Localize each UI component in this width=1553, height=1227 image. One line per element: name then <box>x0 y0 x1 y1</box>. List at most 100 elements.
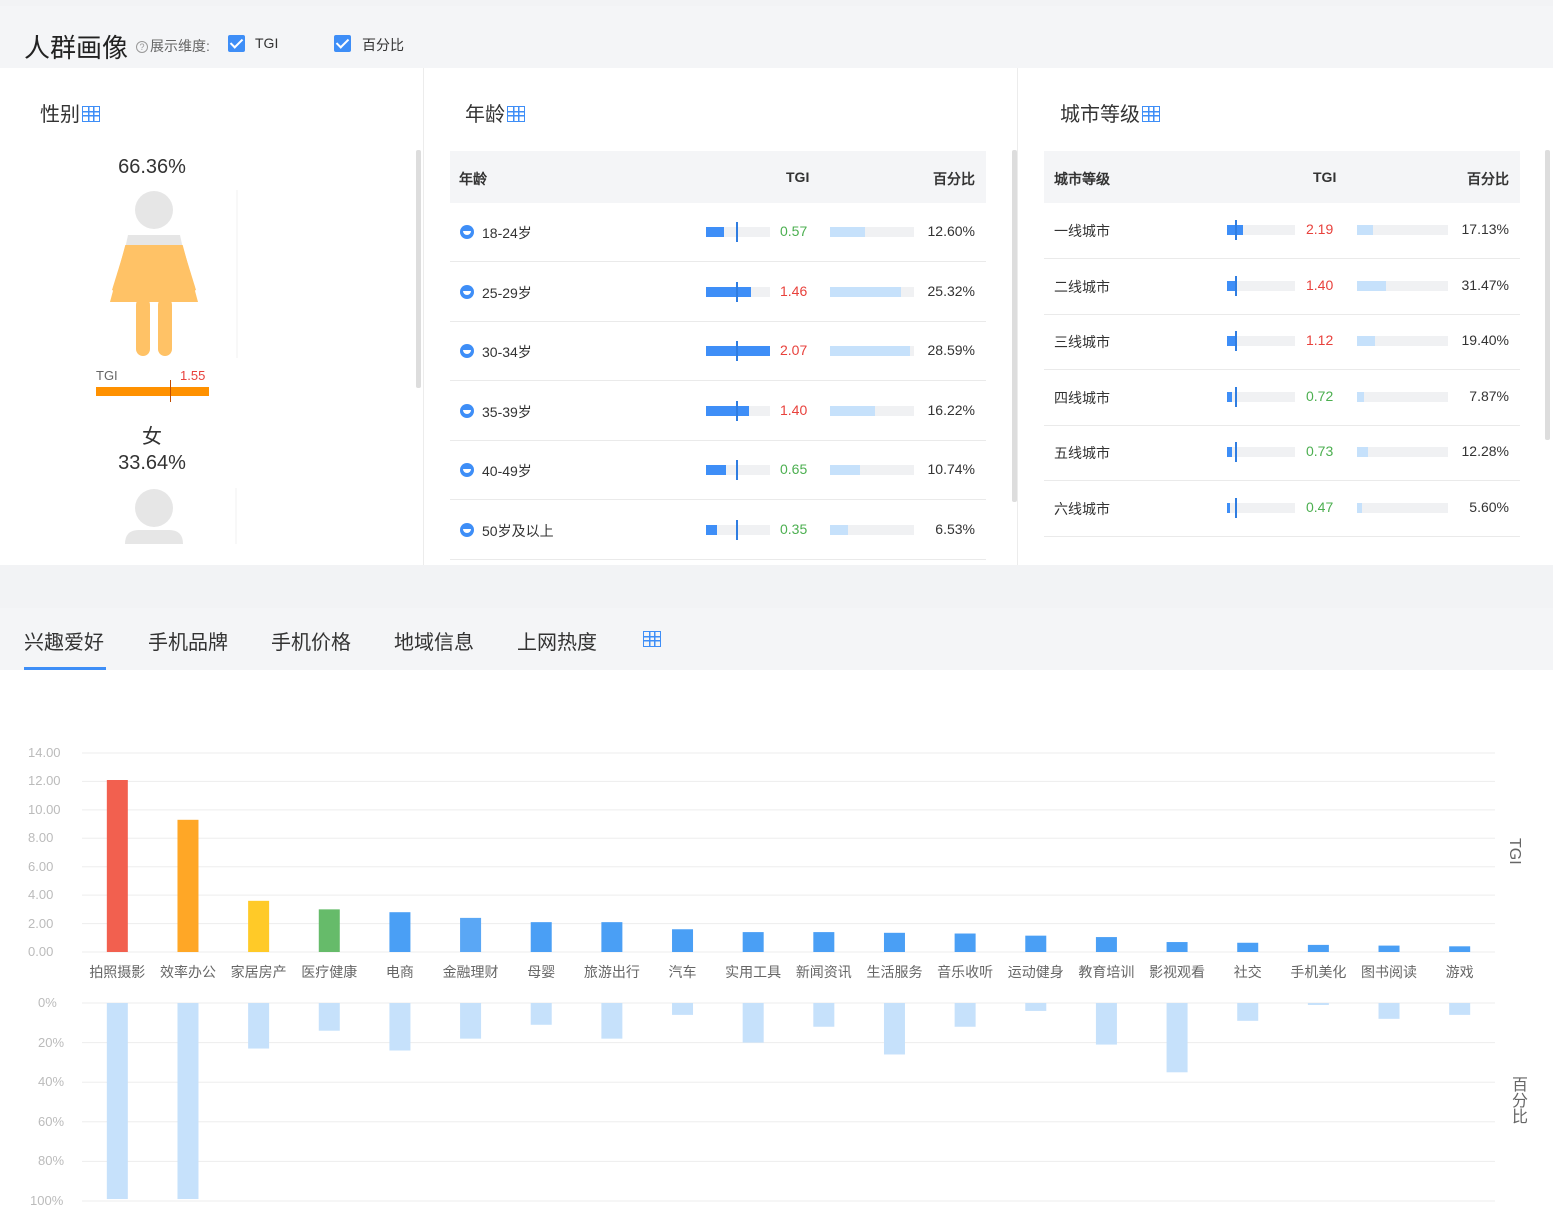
interest-chart: 14.00 12.00 10.00 8.00 6.00 4.00 2.00 0.00 0% 20%… <box>0 670 1553 1227</box>
city-tgi-baseline <box>1235 442 1237 463</box>
gender-title-text: 性别 <box>40 104 80 126</box>
tgi-bar <box>389 912 411 952</box>
percent-bar <box>177 1003 199 1200</box>
age-pct-value: 16.22% <box>927 401 975 418</box>
age-tgi-baseline <box>736 400 738 421</box>
age-pct-fill <box>830 286 901 297</box>
tab-interests[interactable]: 兴趣爱好 <box>24 626 104 655</box>
city-tgi-bar <box>1227 386 1295 407</box>
category-label: 家居房产 <box>230 964 287 980</box>
tgi-checkbox-label[interactable]: TGI <box>255 35 278 51</box>
percent-checkbox[interactable] <box>334 35 351 52</box>
city-label: 一线城市 <box>1054 223 1110 239</box>
age-face-icon <box>460 344 474 359</box>
city-row: 二线城市 1.40 31.47% <box>1044 259 1520 315</box>
tab-online-activity[interactable]: 上网热度 <box>517 626 597 655</box>
age-tgi-baseline <box>736 341 738 362</box>
city-pct-value: 7.87% <box>1469 387 1509 404</box>
tgi-bar <box>672 929 694 952</box>
tgi-bar <box>460 917 482 952</box>
city-tgi-fill <box>1227 336 1235 347</box>
category-label: 运动健身 <box>1007 964 1064 980</box>
city-tgi-baseline <box>1235 386 1237 407</box>
tgi-bar <box>1449 946 1471 952</box>
age-label: 35-39岁 <box>482 403 532 420</box>
male-figure-icon <box>125 488 237 544</box>
age-title-text: 年龄 <box>465 104 505 126</box>
tgi-tick-label: 2.00 <box>28 915 54 931</box>
city-tgi-bar <box>1227 275 1295 296</box>
city-col-tgi: TGI <box>1313 169 1337 185</box>
city-row: 四线城市 0.72 7.87% <box>1044 370 1520 426</box>
city-tgi-fill <box>1227 447 1232 458</box>
tgi-checkbox[interactable] <box>228 35 245 52</box>
gender-tgi-label: TGI <box>96 368 118 383</box>
city-label: 四线城市 <box>1054 389 1110 406</box>
tgi-bar <box>248 900 270 952</box>
percent-bar <box>672 1003 694 1015</box>
tgi-bar <box>1095 937 1117 952</box>
female-percent: 66.36% <box>118 156 186 178</box>
city-pct-fill <box>1357 447 1368 458</box>
tab-phone-brand[interactable]: 手机品牌 <box>148 626 228 655</box>
city-tgi-value: 0.73 <box>1306 443 1334 460</box>
age-pct-value: 6.53% <box>935 521 975 537</box>
tgi-bar <box>742 932 764 952</box>
tgi-bar <box>106 780 128 952</box>
gender-scrollbar[interactable] <box>416 150 421 388</box>
gender-panel-title: 性别 <box>40 98 100 127</box>
category-label: 音乐收听 <box>937 964 994 980</box>
help-icon[interactable]: ? <box>136 41 148 54</box>
age-tgi-value: 1.40 <box>780 401 808 418</box>
tgi-bar <box>1166 942 1188 952</box>
percent-checkbox-label[interactable]: 百分比 <box>362 35 404 55</box>
city-tgi-baseline <box>1235 220 1237 240</box>
tgi-tick-label: 14.00 <box>28 745 61 760</box>
table-icon[interactable] <box>1142 106 1160 122</box>
age-pct-value: 12.60% <box>927 223 975 239</box>
table-icon[interactable] <box>507 106 525 122</box>
age-row: 30-34岁 2.07 28.59% <box>450 322 986 382</box>
city-pct-fill <box>1357 280 1386 291</box>
header-bar: 人群画像 ? 展示维度: TGI 百分比 <box>0 6 1553 68</box>
category-label: 手机美化 <box>1290 964 1347 980</box>
gender-tgi-marker <box>170 380 171 402</box>
city-tgi-bar <box>1227 442 1295 463</box>
city-pct-bar <box>1357 503 1448 513</box>
category-label: 新闻资讯 <box>795 964 852 980</box>
age-pct-fill <box>830 525 848 535</box>
percent-tick-label: 100% <box>30 1193 64 1208</box>
table-icon[interactable] <box>643 631 661 647</box>
city-pct-bar <box>1357 447 1448 458</box>
age-label: 40-49岁 <box>482 463 532 480</box>
city-row: 六线城市 0.47 5.60% <box>1044 481 1520 537</box>
tab-region[interactable]: 地域信息 <box>394 626 474 655</box>
city-scrollbar[interactable] <box>1545 150 1550 440</box>
city-pct-value: 12.28% <box>1461 443 1509 460</box>
age-pct-bar <box>830 465 914 476</box>
category-label: 社交 <box>1233 964 1262 980</box>
age-tgi-value: 1.46 <box>780 282 808 299</box>
interest-chart-svg <box>82 752 1495 1202</box>
percent-bar <box>106 1003 128 1200</box>
age-pct-value: 25.32% <box>927 282 975 299</box>
category-label: 旅游出行 <box>583 964 640 980</box>
table-icon[interactable] <box>82 106 100 122</box>
city-panel-title: 城市等级 <box>1060 98 1160 127</box>
tab-phone-price[interactable]: 手机价格 <box>271 626 351 655</box>
tab-table-view[interactable] <box>641 629 661 652</box>
age-pct-fill <box>830 465 860 476</box>
age-pct-fill <box>830 227 865 237</box>
city-pct-fill <box>1357 391 1364 402</box>
city-tgi-bar <box>1227 331 1295 352</box>
tgi-bar <box>1025 935 1047 952</box>
city-pct-fill <box>1357 336 1375 347</box>
percent-bar <box>1378 1003 1400 1019</box>
age-face-icon <box>460 403 474 418</box>
city-tgi-value: 0.72 <box>1306 387 1334 404</box>
age-scrollbar[interactable] <box>1012 150 1017 502</box>
age-face-icon <box>460 225 474 239</box>
city-label: 六线城市 <box>1054 501 1110 517</box>
tgi-bar <box>1307 944 1329 952</box>
age-tgi-fill <box>706 346 770 357</box>
